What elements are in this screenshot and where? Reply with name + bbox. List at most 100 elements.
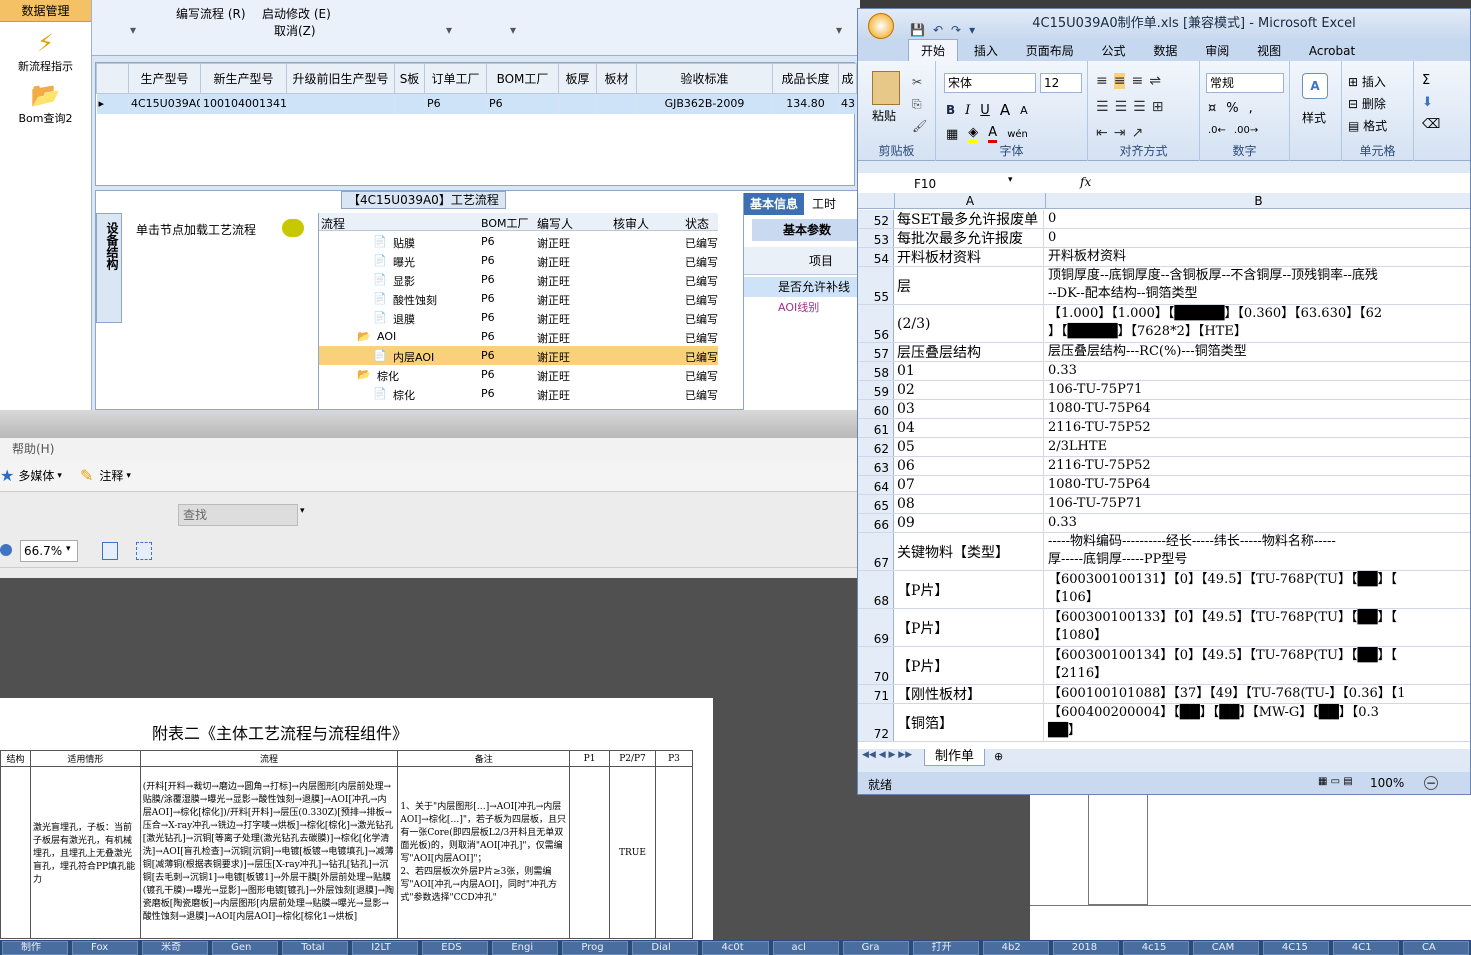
cell-a[interactable]: 06 bbox=[895, 457, 1044, 475]
cell-b[interactable]: 【600300100134】【0】【49.5】【TU-768P(TU】【██】【… bbox=[1046, 647, 1470, 684]
row-number[interactable]: 72 bbox=[858, 704, 894, 741]
taskbar-button[interactable]: CAM bbox=[1192, 941, 1259, 955]
cell-a[interactable]: 02 bbox=[895, 381, 1044, 399]
cell-b[interactable]: 1080-TU-75P64 bbox=[1046, 400, 1470, 418]
format-cells-button[interactable]: ▤ 格式 bbox=[1348, 117, 1387, 134]
align-left-icon[interactable]: ☰ bbox=[1096, 99, 1109, 115]
tree-row[interactable]: 📄 显影 P6 谢正旺 已编写 bbox=[319, 270, 718, 289]
cell-a[interactable]: 04 bbox=[895, 419, 1044, 437]
cell-b[interactable]: 2116-TU-75P52 bbox=[1046, 457, 1470, 475]
col-header-b[interactable]: B bbox=[1046, 193, 1470, 209]
cell-b[interactable]: 0 bbox=[1046, 210, 1470, 228]
row-number[interactable]: 63 bbox=[858, 457, 894, 475]
start-modify-button[interactable]: 启动修改 (E) bbox=[262, 6, 331, 22]
taskbar-button[interactable]: Prog bbox=[562, 941, 629, 955]
cell-a[interactable]: 层 bbox=[895, 267, 1044, 304]
row-number[interactable]: 64 bbox=[858, 476, 894, 494]
decrease-indent-icon[interactable]: ⇤ bbox=[1096, 125, 1108, 141]
number-format-select[interactable]: 常规 bbox=[1206, 73, 1284, 93]
cell-a[interactable]: (2/3) bbox=[895, 305, 1044, 342]
grid-cell[interactable]: 134.80 bbox=[772, 93, 839, 114]
fit-page-icon[interactable] bbox=[136, 542, 152, 560]
undo-icon[interactable]: ↶ bbox=[933, 15, 943, 45]
taskbar-button[interactable]: Fox bbox=[72, 941, 139, 955]
styles-button[interactable]: 样式 bbox=[1302, 109, 1326, 126]
row-number[interactable]: 67 bbox=[858, 533, 894, 570]
font-size-select[interactable]: 12 bbox=[1040, 73, 1082, 93]
cell-a[interactable]: 01 bbox=[895, 362, 1044, 380]
merge-center-icon[interactable]: ⊞ bbox=[1152, 99, 1164, 115]
cell-b[interactable]: 106-TU-75P71 bbox=[1046, 495, 1470, 513]
align-middle-icon[interactable]: ≡ bbox=[1113, 73, 1126, 89]
nav-item-bom-query[interactable]: 📂 Bom查询2 bbox=[0, 74, 91, 126]
comment-button[interactable]: ✎ 注释 ▾ bbox=[80, 466, 131, 485]
row-number[interactable]: 57 bbox=[858, 343, 894, 361]
cell-a[interactable]: 03 bbox=[895, 400, 1044, 418]
tab-acrobat[interactable]: Acrobat bbox=[1297, 40, 1367, 62]
align-bottom-icon[interactable]: ≡ bbox=[1131, 73, 1143, 89]
grid-cell[interactable]: 43 bbox=[838, 93, 857, 114]
taskbar-button[interactable]: Engi bbox=[492, 941, 559, 955]
tree-row[interactable]: 📄 贴膜 P6 谢正旺 已编写 bbox=[319, 232, 718, 251]
grid-col-header[interactable]: 板材 bbox=[596, 63, 637, 94]
taskbar-button[interactable]: Total bbox=[282, 941, 349, 955]
taskbar-button[interactable]: 4C1 bbox=[1332, 941, 1399, 955]
autosum-icon[interactable]: Σ bbox=[1422, 73, 1430, 88]
row-number[interactable]: 62 bbox=[858, 438, 894, 456]
delete-cells-button[interactable]: ⊟ 删除 bbox=[1348, 95, 1386, 112]
subtab-basic-params[interactable]: 基本参数 bbox=[752, 219, 860, 241]
grid-col-header[interactable]: 验收标准 bbox=[636, 63, 773, 94]
increase-indent-icon[interactable]: ⇥ bbox=[1114, 125, 1126, 141]
copy-icon[interactable]: ⎘ bbox=[912, 93, 927, 115]
taskbar-button[interactable]: 4c0t bbox=[702, 941, 769, 955]
multimedia-button[interactable]: ★ 多媒体 ▾ bbox=[0, 466, 62, 485]
sheet-nav-icons[interactable]: ◀◀ ◀ ▶ ▶▶ bbox=[862, 750, 912, 760]
taskbar-button[interactable]: EDS bbox=[422, 941, 489, 955]
row-number[interactable]: 52 bbox=[858, 210, 894, 228]
row-number[interactable]: 65 bbox=[858, 495, 894, 513]
cancel-button[interactable]: 取消(Z) bbox=[274, 23, 316, 39]
align-center-icon[interactable]: ☰ bbox=[1115, 99, 1128, 115]
grid-cell[interactable] bbox=[286, 93, 395, 114]
name-box[interactable]: F10 bbox=[862, 175, 1016, 193]
tree-row[interactable]: 📄 酸性蚀刻 P6 谢正旺 已编写 bbox=[319, 289, 718, 308]
cell-a[interactable]: 层压叠层结构 bbox=[895, 343, 1044, 361]
fit-width-icon[interactable] bbox=[102, 542, 118, 560]
row-number[interactable]: 56 bbox=[858, 305, 894, 342]
grid-col-header[interactable]: 新生产型号 bbox=[200, 63, 287, 94]
zoom-out-icon[interactable] bbox=[0, 544, 12, 556]
cell-a[interactable]: 【刚性板材】 bbox=[895, 685, 1044, 703]
zoom-out-icon[interactable]: − bbox=[1424, 776, 1438, 790]
cell-a[interactable]: 【P片】 bbox=[895, 609, 1044, 646]
styles-icon[interactable]: A bbox=[1302, 73, 1328, 99]
grid-col-header[interactable]: 成 bbox=[838, 63, 857, 94]
font-color-icon[interactable]: A bbox=[988, 125, 998, 143]
grid-cell[interactable] bbox=[558, 93, 597, 114]
edit-flow-button[interactable]: 编写流程 (R) bbox=[176, 6, 246, 22]
grid-cell[interactable] bbox=[394, 93, 425, 114]
orientation-icon[interactable]: ↗ bbox=[1131, 125, 1143, 141]
dropdown-arrow-icon[interactable]: ▾ bbox=[836, 22, 842, 38]
taskbar-button[interactable]: 2018 bbox=[1052, 941, 1119, 955]
taskbar-button[interactable]: Dial bbox=[632, 941, 699, 955]
tab-basic-info[interactable]: 基本信息 bbox=[744, 193, 805, 215]
side-tab-structure[interactable]: 设备结构 bbox=[96, 213, 122, 323]
cell-a[interactable]: 每批次最多允许报废 bbox=[895, 229, 1044, 247]
cell-a[interactable]: 07 bbox=[895, 476, 1044, 494]
param-row[interactable]: AOI线别 bbox=[744, 298, 860, 318]
taskbar-button[interactable]: 4C15 bbox=[1262, 941, 1329, 955]
cell-b[interactable]: 106-TU-75P71 bbox=[1046, 381, 1470, 399]
shrink-font-icon[interactable]: A bbox=[1020, 104, 1028, 117]
cell-b[interactable]: 【600100101088】【37】【49】【TU-768(TU-】【0.36】… bbox=[1046, 685, 1470, 703]
office-button-icon[interactable] bbox=[868, 13, 894, 39]
find-input[interactable]: 查找 bbox=[178, 504, 298, 526]
cell-a[interactable]: 开料板材资料 bbox=[895, 248, 1044, 266]
cell-b[interactable]: 0.33 bbox=[1046, 514, 1470, 532]
cell-a[interactable]: 【P片】 bbox=[895, 571, 1044, 608]
new-sheet-icon[interactable]: ⊕ bbox=[994, 750, 1003, 763]
dropdown-arrow-icon[interactable]: ▾ bbox=[130, 22, 136, 38]
sheet-tab-active[interactable]: 制作单 bbox=[924, 749, 986, 766]
taskbar-button[interactable]: CA bbox=[1402, 941, 1469, 955]
taskbar-button[interactable]: I2LT bbox=[352, 941, 419, 955]
dropdown-arrow-icon[interactable]: ▾ bbox=[510, 22, 516, 38]
